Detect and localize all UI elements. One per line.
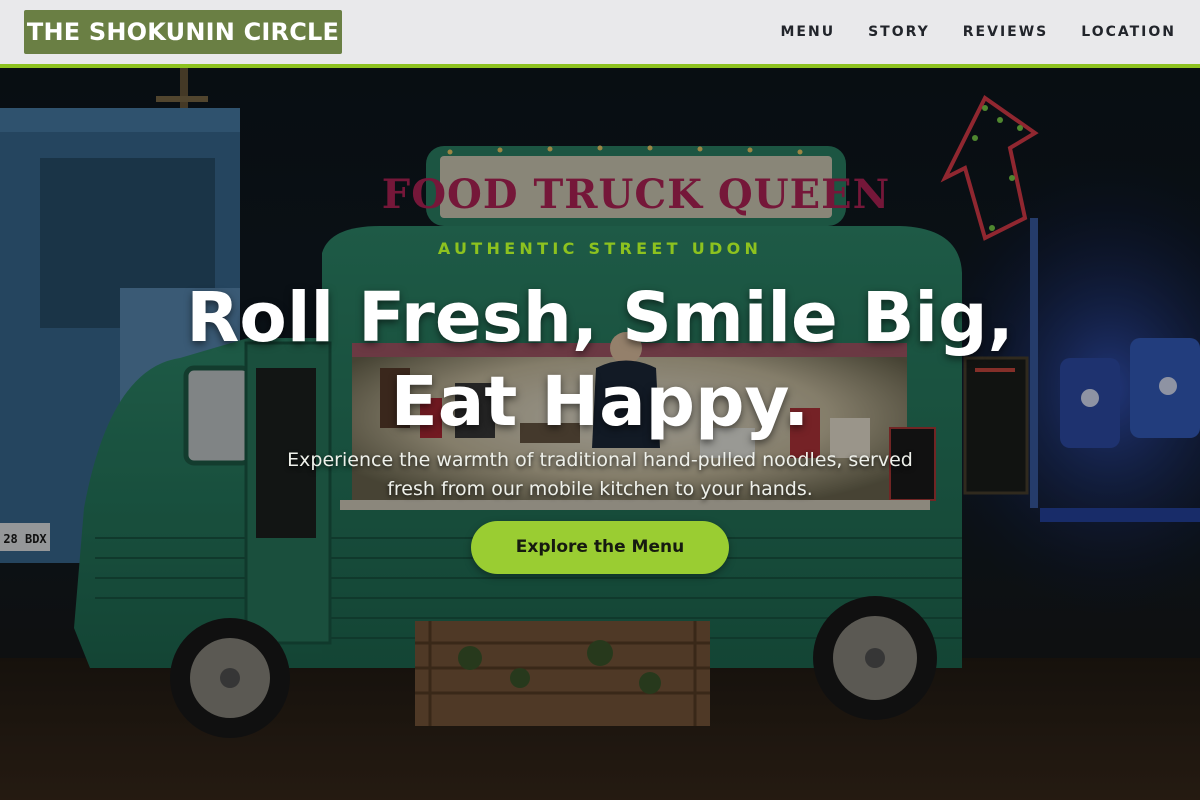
site-header: THE SHOKUNIN CIRCLE MENU STORY REVIEWS L… (0, 0, 1200, 68)
main-nav: MENU STORY REVIEWS LOCATION (781, 0, 1177, 64)
nav-link-reviews[interactable]: REVIEWS (963, 24, 1048, 40)
site-logo[interactable]: THE SHOKUNIN CIRCLE (24, 10, 342, 54)
hero-headline: Roll Fresh, Smile Big, Eat Happy. (100, 276, 1100, 444)
nav-link-location[interactable]: LOCATION (1081, 24, 1176, 40)
hero-content: AUTHENTIC STREET UDON Roll Fresh, Smile … (0, 68, 1200, 800)
nav-link-story[interactable]: STORY (868, 24, 930, 40)
explore-menu-button[interactable]: Explore the Menu (471, 521, 729, 574)
headline-line-1: Roll Fresh, Smile Big, (186, 278, 1014, 358)
headline-line-2: Eat Happy. (390, 362, 810, 442)
hero-section: 28 BDX FOOD TRUCK QUEEN AUTHENTIC STREET… (0, 68, 1200, 800)
subtitle-line-2: fresh from our mobile kitchen to your ha… (387, 478, 813, 500)
subtitle-line-1: Experience the warmth of traditional han… (287, 449, 913, 471)
nav-link-menu[interactable]: MENU (781, 24, 836, 40)
hero-subtitle: Experience the warmth of traditional han… (250, 446, 950, 504)
hero-eyebrow: AUTHENTIC STREET UDON (437, 239, 763, 258)
